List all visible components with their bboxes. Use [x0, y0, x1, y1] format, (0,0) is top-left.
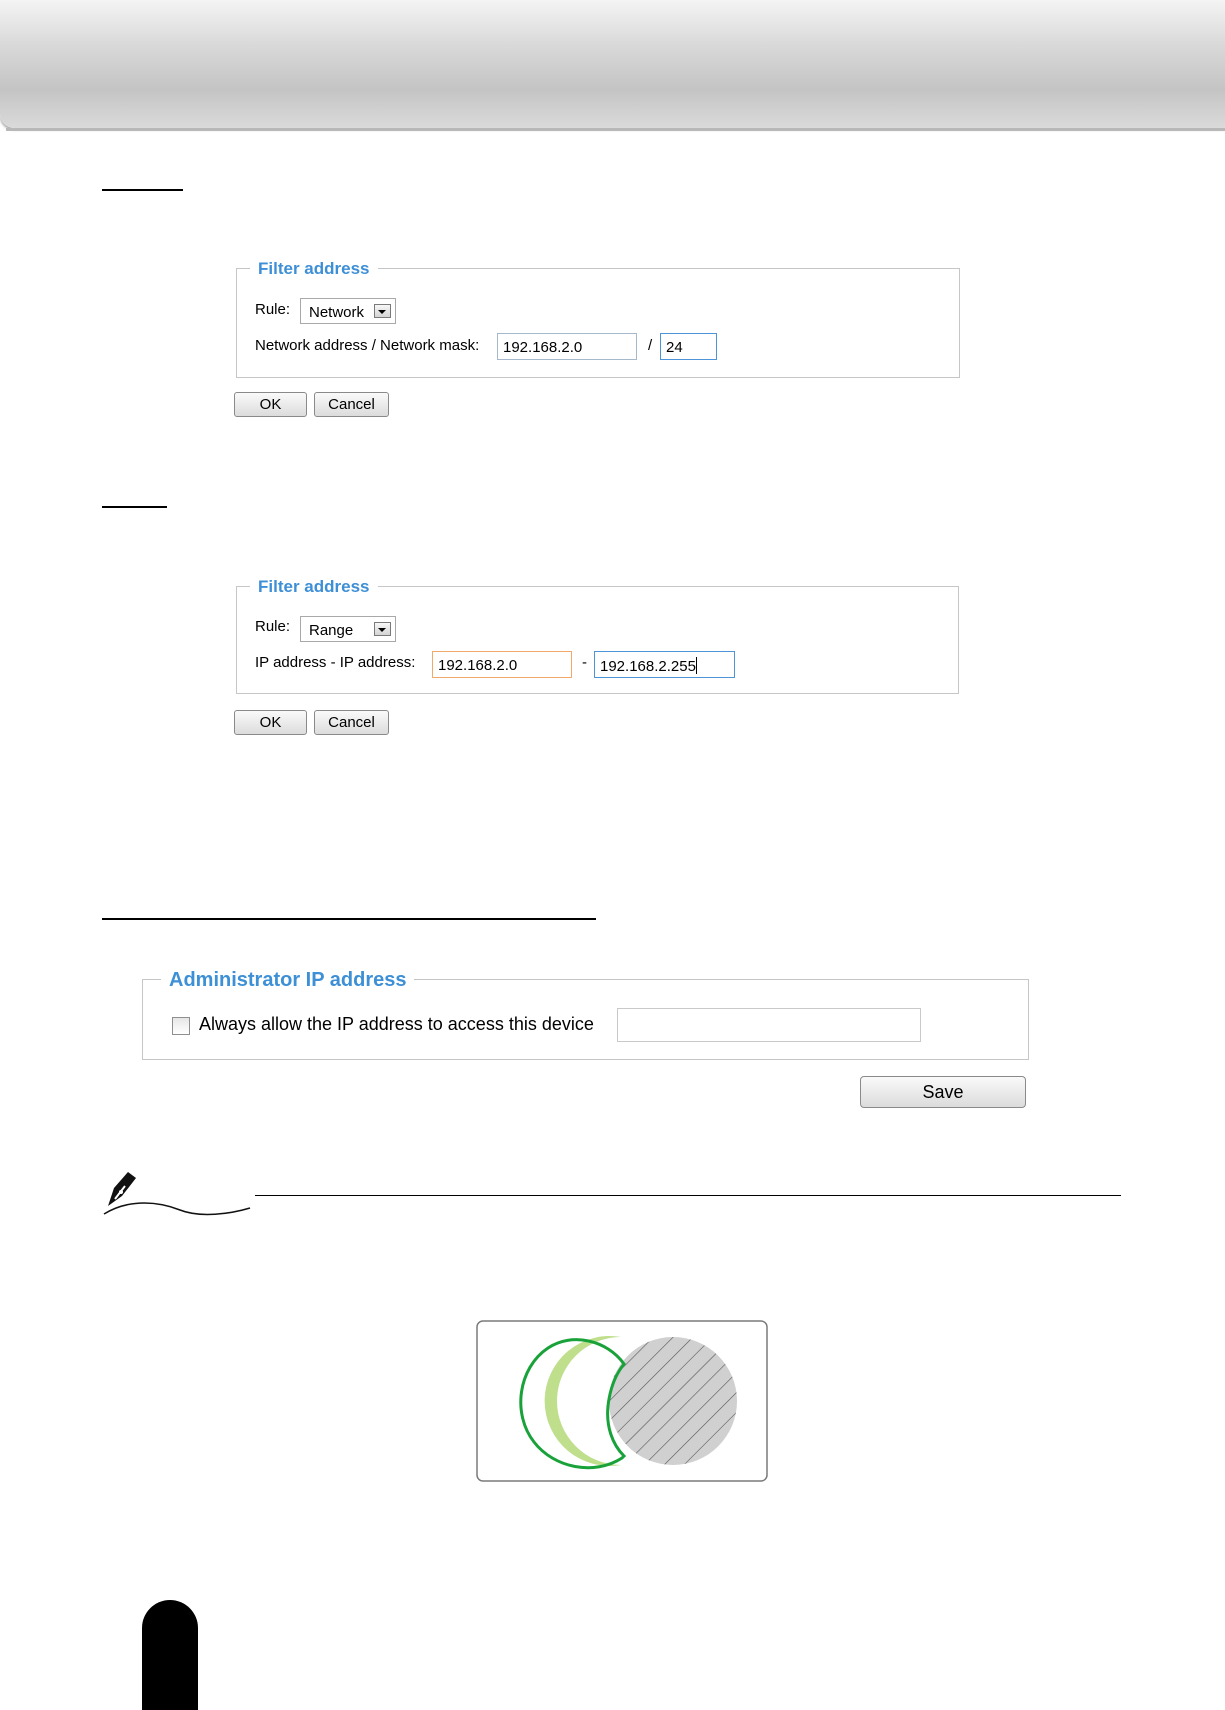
dropdown-arrow-icon[interactable] [374, 622, 391, 636]
page-tab-marker [142, 1600, 198, 1710]
network-address-input[interactable]: 192.168.2.0 [497, 333, 637, 360]
network-mask-input[interactable]: 24 [660, 333, 717, 360]
mask-separator: / [648, 337, 653, 354]
always-allow-label: Always allow the IP address to access th… [199, 1014, 594, 1034]
rule-label: Rule: [255, 301, 291, 318]
rule-select-value: Network [309, 304, 365, 321]
section-heading-underline [102, 918, 596, 920]
dropdown-arrow-icon[interactable] [374, 304, 391, 318]
ip-range-label: IP address - IP address: [255, 654, 416, 671]
always-allow-checkbox[interactable] [172, 1017, 190, 1035]
ok-button[interactable]: OK [234, 710, 307, 735]
cancel-button[interactable]: Cancel [314, 710, 389, 735]
rule-select[interactable]: Network [300, 298, 396, 324]
header-rule [6, 128, 1225, 131]
section-heading-underline [102, 189, 183, 191]
note-divider [255, 1195, 1121, 1196]
administrator-ip-legend: Administrator IP address [161, 969, 415, 992]
administrator-ip-input[interactable] [617, 1008, 921, 1042]
start-ip-input[interactable]: 192.168.2.0 [432, 651, 572, 678]
end-ip-value: 192.168.2.255 [600, 658, 696, 675]
rule-select[interactable]: Range [300, 616, 396, 642]
page-header-band [0, 0, 1225, 128]
cancel-button[interactable]: Cancel [314, 392, 389, 417]
rule-select-value: Range [309, 622, 354, 639]
section-heading-underline [102, 506, 167, 508]
save-button[interactable]: Save [860, 1076, 1026, 1108]
rule-label: Rule: [255, 618, 291, 635]
filter-address-legend: Filter address [250, 577, 378, 597]
network-address-label: Network address / Network mask: [255, 337, 480, 354]
hatched-circle [609, 1337, 737, 1465]
access-venn-diagram [476, 1320, 768, 1482]
filter-address-legend: Filter address [250, 259, 378, 279]
pen-nib-icon [103, 1172, 251, 1216]
end-ip-input[interactable]: 192.168.2.255 [594, 651, 735, 678]
range-separator: - [582, 654, 587, 671]
ok-button[interactable]: OK [234, 392, 307, 417]
text-caret [695, 657, 697, 674]
